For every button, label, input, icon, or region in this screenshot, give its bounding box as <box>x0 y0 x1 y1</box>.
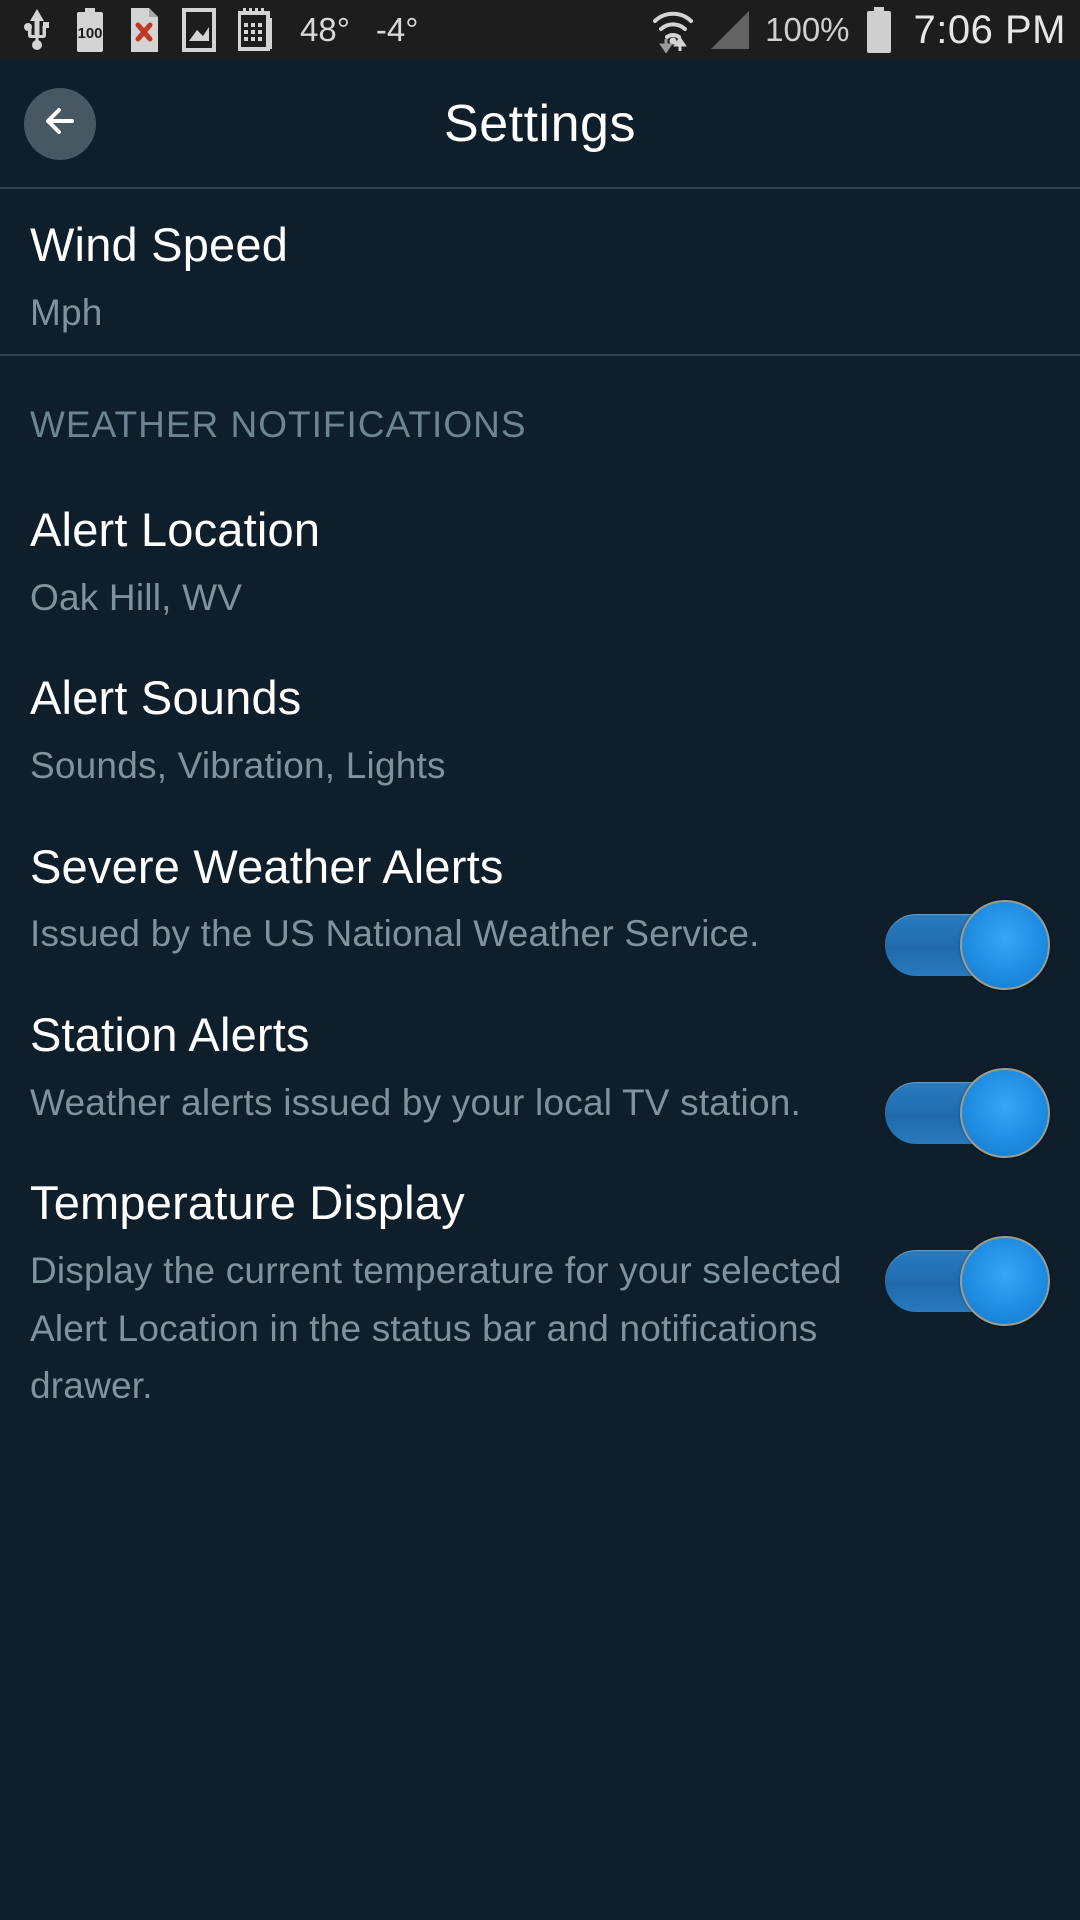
setting-title: Severe Weather Alerts <box>30 839 504 893</box>
toggle-temperature-display[interactable] <box>885 1236 1050 1327</box>
status-bar-left-icons: 100 48° -4° <box>22 8 651 52</box>
setting-row-severe-weather-alerts[interactable]: Severe Weather Alerts Issued by the US N… <box>0 795 1080 990</box>
battery-icon <box>864 7 894 53</box>
battery-100-icon: 100 <box>74 8 106 52</box>
back-arrow-icon <box>38 99 82 148</box>
setting-row-station-alerts[interactable]: Station Alerts Weather alerts issued by … <box>0 963 1080 1159</box>
row-text: Station Alerts Weather alerts issued by … <box>30 1008 860 1131</box>
setting-row-alert-sounds[interactable]: Alert Sounds Sounds, Vibration, Lights <box>0 626 1080 794</box>
settings-list: Wind Speed Mph WEATHER NOTIFICATIONS Ale… <box>0 189 1080 1415</box>
status-bar: 100 48° -4° 100% 7:06 PM <box>0 0 1080 60</box>
setting-row-temperature-display[interactable]: Temperature Display Display the current … <box>0 1131 1080 1415</box>
svg-text:100: 100 <box>77 25 102 42</box>
row-text: Alert Sounds Sounds, Vibration, Lights <box>30 672 1050 794</box>
wifi-icon <box>651 7 695 53</box>
setting-subtitle: Display the current temperature for your… <box>30 1250 842 1407</box>
setting-subtitle: Mph <box>30 291 103 333</box>
row-text: Wind Speed Mph <box>30 218 1050 341</box>
row-text: Temperature Display Display the current … <box>30 1177 860 1415</box>
setting-title: Alert Location <box>30 503 321 556</box>
status-bar-right-icons: 100% 7:06 PM <box>651 7 1066 53</box>
status-temp-low: -4° <box>375 11 419 48</box>
setting-title: Station Alerts <box>30 1008 310 1062</box>
app-header: Settings <box>0 60 1080 189</box>
setting-subtitle: Sounds, Vibration, Lights <box>30 744 446 786</box>
setting-title: Alert Sounds <box>30 671 302 725</box>
setting-row-alert-location[interactable]: Alert Location Oak Hill, WV <box>0 446 1080 626</box>
page-title: Settings <box>444 94 636 153</box>
battery-percent-label: 100% <box>765 11 850 48</box>
document-error-icon <box>128 8 160 52</box>
usb-icon <box>22 9 52 51</box>
setting-title: Wind Speed <box>30 218 289 271</box>
setting-title: Temperature Display <box>30 1176 465 1230</box>
signal-icon <box>709 9 751 51</box>
back-button[interactable] <box>24 87 96 160</box>
setting-subtitle: Weather alerts issued by your local TV s… <box>30 1081 802 1123</box>
photo-icon <box>182 8 216 52</box>
calendar-icon <box>238 8 274 52</box>
setting-row-wind-speed[interactable]: Wind Speed Mph <box>0 189 1080 354</box>
row-text: Severe Weather Alerts Issued by the US N… <box>30 839 860 963</box>
setting-subtitle: Oak Hill, WV <box>30 576 243 618</box>
status-temp-high: 48° <box>300 11 350 48</box>
setting-subtitle: Issued by the US National Weather Servic… <box>30 913 760 955</box>
status-clock: 7:06 PM <box>913 7 1066 52</box>
toggle-thumb <box>960 1236 1050 1327</box>
row-text: Alert Location Oak Hill, WV <box>30 503 1050 626</box>
section-header-weather-notifications: WEATHER NOTIFICATIONS <box>30 404 527 445</box>
